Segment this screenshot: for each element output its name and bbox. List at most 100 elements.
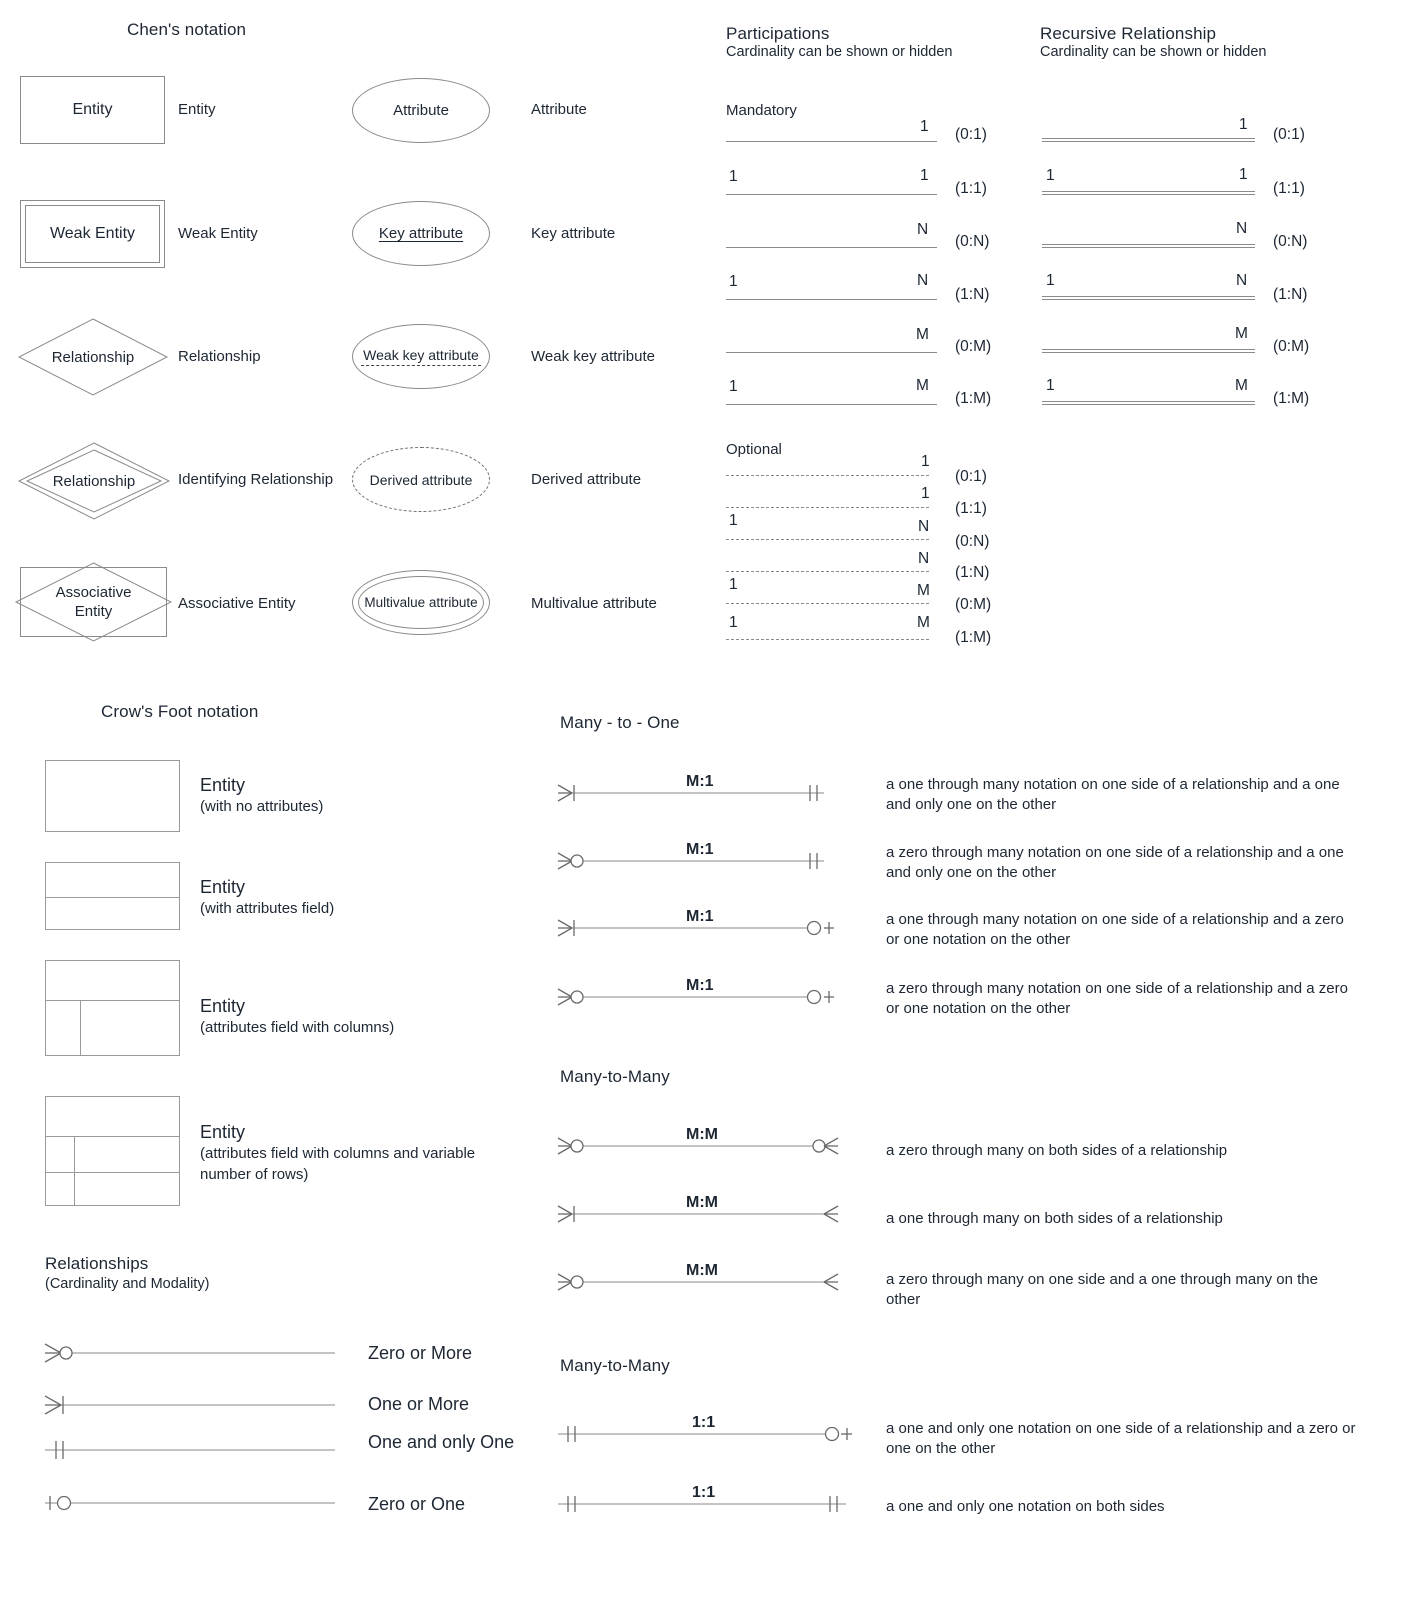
recursive-line [1042,401,1255,405]
one-to-one-desc-1: a one and only one notation on one side … [886,1420,1356,1457]
optional-line [726,571,929,572]
mandatory-cardinality: (0:1) [955,126,987,143]
crowsfoot-entity-desc-4: (attributes field with columns and varia… [200,1145,476,1183]
many-to-one-connector-3 [557,915,848,941]
recursive-cardinality: (1:M) [1273,390,1310,407]
chen-shape-weak-entity: Weak Entity [20,200,165,268]
recursive-left-label: 1 [1046,272,1055,289]
chen-shape-entity-text: Entity [72,101,113,118]
recursive-right-label: M [1235,325,1248,342]
chen-shape-identifying-relationship-text: Relationship [52,472,136,490]
chen-shape-weak-entity-text: Weak Entity [49,225,136,242]
crowsfoot-entity-desc-1: (with no attributes) [200,798,324,815]
recursive-cardinality: (0:N) [1273,233,1308,250]
many-to-many-desc-3: a zero through many on one side and a on… [886,1271,1318,1308]
many-to-many-connector-2 [557,1201,848,1227]
chen-shape-key-attribute-text: Key attribute [378,225,464,242]
mandatory-left-label: 1 [729,273,738,290]
recursive-line [1042,244,1255,248]
optional-cardinality: (0:M) [955,596,992,613]
crowsfoot-entity-desc-3: (attributes field with columns) [200,1019,395,1036]
many-to-many-desc-1: a zero through many on both sides of a r… [886,1142,1228,1159]
chen-label-multivalue-attribute: Multivalue attribute [531,595,657,612]
optional-line [726,507,929,508]
crowsfoot-entity-box-plain [45,760,180,832]
chen-shape-associative-entity-line1: Associative [55,584,132,601]
crowsfoot-entity-label-2: Entity (with attributes field) [200,877,334,919]
recursive-right-label: N [1236,272,1248,289]
chen-label-weak-entity: Weak Entity [178,225,258,242]
optional-right-label: M [917,582,930,599]
crowsfoot-entity-label-3: Entity (attributes field with columns) [200,996,394,1038]
recursive-right-label: 1 [1239,166,1248,183]
crowsfoot-entity-name-2: Entity [200,877,246,897]
divider-horizontal [46,897,179,898]
crows-foot-notation-title: Crow's Foot notation [101,702,259,721]
crowsfoot-entity-box-attributes [45,862,180,930]
mandatory-line [726,247,937,248]
crowsfoot-entity-label-4: Entity (attributes field with columns an… [200,1122,500,1185]
recursive-cardinality: (1:1) [1273,180,1305,197]
chen-shape-associative-entity: Associative Entity [14,562,173,642]
optional-right-label: 1 [921,453,930,470]
optional-cardinality: (1:N) [955,564,990,581]
recursive-right-label: 1 [1239,116,1248,133]
optional-cardinality: (0:1) [955,468,987,485]
many-to-one-connector-1 [557,780,838,806]
optional-left-label: 1 [729,576,738,593]
mandatory-line [726,352,937,353]
participations-optional-header: Optional [726,441,782,458]
optional-line [726,475,929,476]
mandatory-cardinality: (1:N) [955,286,990,303]
optional-left-label: 1 [729,512,738,529]
chen-label-relationship: Relationship [178,348,261,365]
chen-shape-derived-attribute: Derived attribute [352,447,490,512]
chen-shape-attribute: Attribute [352,78,490,143]
mandatory-left-label: 1 [729,378,738,395]
chen-shape-weak-key-attribute-text: Weak key attribute [361,347,481,366]
mandatory-line [726,299,937,300]
chen-shape-attribute-text: Attribute [393,102,449,119]
mandatory-right-label: M [916,326,929,343]
crowsfoot-entity-name-3: Entity [200,996,246,1016]
relationships-title: Relationships [45,1254,149,1273]
mandatory-cardinality: (0:M) [955,338,992,355]
chen-shape-entity: Entity [20,76,165,144]
recursive-line [1042,296,1255,300]
mandatory-right-label: M [916,377,929,394]
mandatory-right-label: 1 [920,167,929,184]
one-to-one-desc-2: a one and only one notation on both side… [886,1498,1165,1515]
optional-cardinality: (1:1) [955,500,987,517]
recursive-relationship-subtitle: Cardinality can be shown or hidden [1040,44,1267,60]
optional-cardinality: (0:N) [955,533,990,550]
participations-mandatory-header: Mandatory [726,102,797,119]
chen-shape-relationship-text: Relationship [51,348,135,366]
divider-horizontal [46,1172,179,1173]
crowsfoot-entity-box-columns [45,960,180,1056]
optional-cardinality: (1:M) [955,629,992,646]
mandatory-right-label: N [917,272,929,289]
mandatory-line [726,141,937,142]
chen-shape-relationship: Relationship [17,318,169,396]
legend-label-zero-or-one: Zero or One [368,1494,466,1514]
crowsfoot-entity-name-1: Entity [200,775,246,795]
many-to-one-desc-2: a zero through many notation on one side… [886,844,1344,881]
one-to-one-title: Many-to-Many [560,1356,670,1375]
recursive-line [1042,138,1255,142]
legend-label-zero-or-more: Zero or More [368,1343,473,1363]
divider-vertical [80,1000,81,1056]
participations-subtitle: Cardinality can be shown or hidden [726,44,953,60]
chen-shape-derived-attribute-text: Derived attribute [369,471,473,488]
optional-right-label: M [917,614,930,631]
optional-line [726,639,929,640]
divider-vertical [74,1136,75,1206]
chen-shape-multivalue-attribute-text: Multivalue attribute [364,595,478,610]
legend-label-one-and-only-one: One and only One [368,1432,515,1452]
one-to-one-connector-2 [558,1491,858,1517]
recursive-cardinality: (0:M) [1273,338,1310,355]
mandatory-right-label: 1 [920,118,929,135]
crowsfoot-entity-name-4: Entity [200,1122,246,1142]
mandatory-cardinality: (0:N) [955,233,990,250]
recursive-left-label: 1 [1046,377,1055,394]
legend-symbol-zero-or-one [45,1487,335,1519]
